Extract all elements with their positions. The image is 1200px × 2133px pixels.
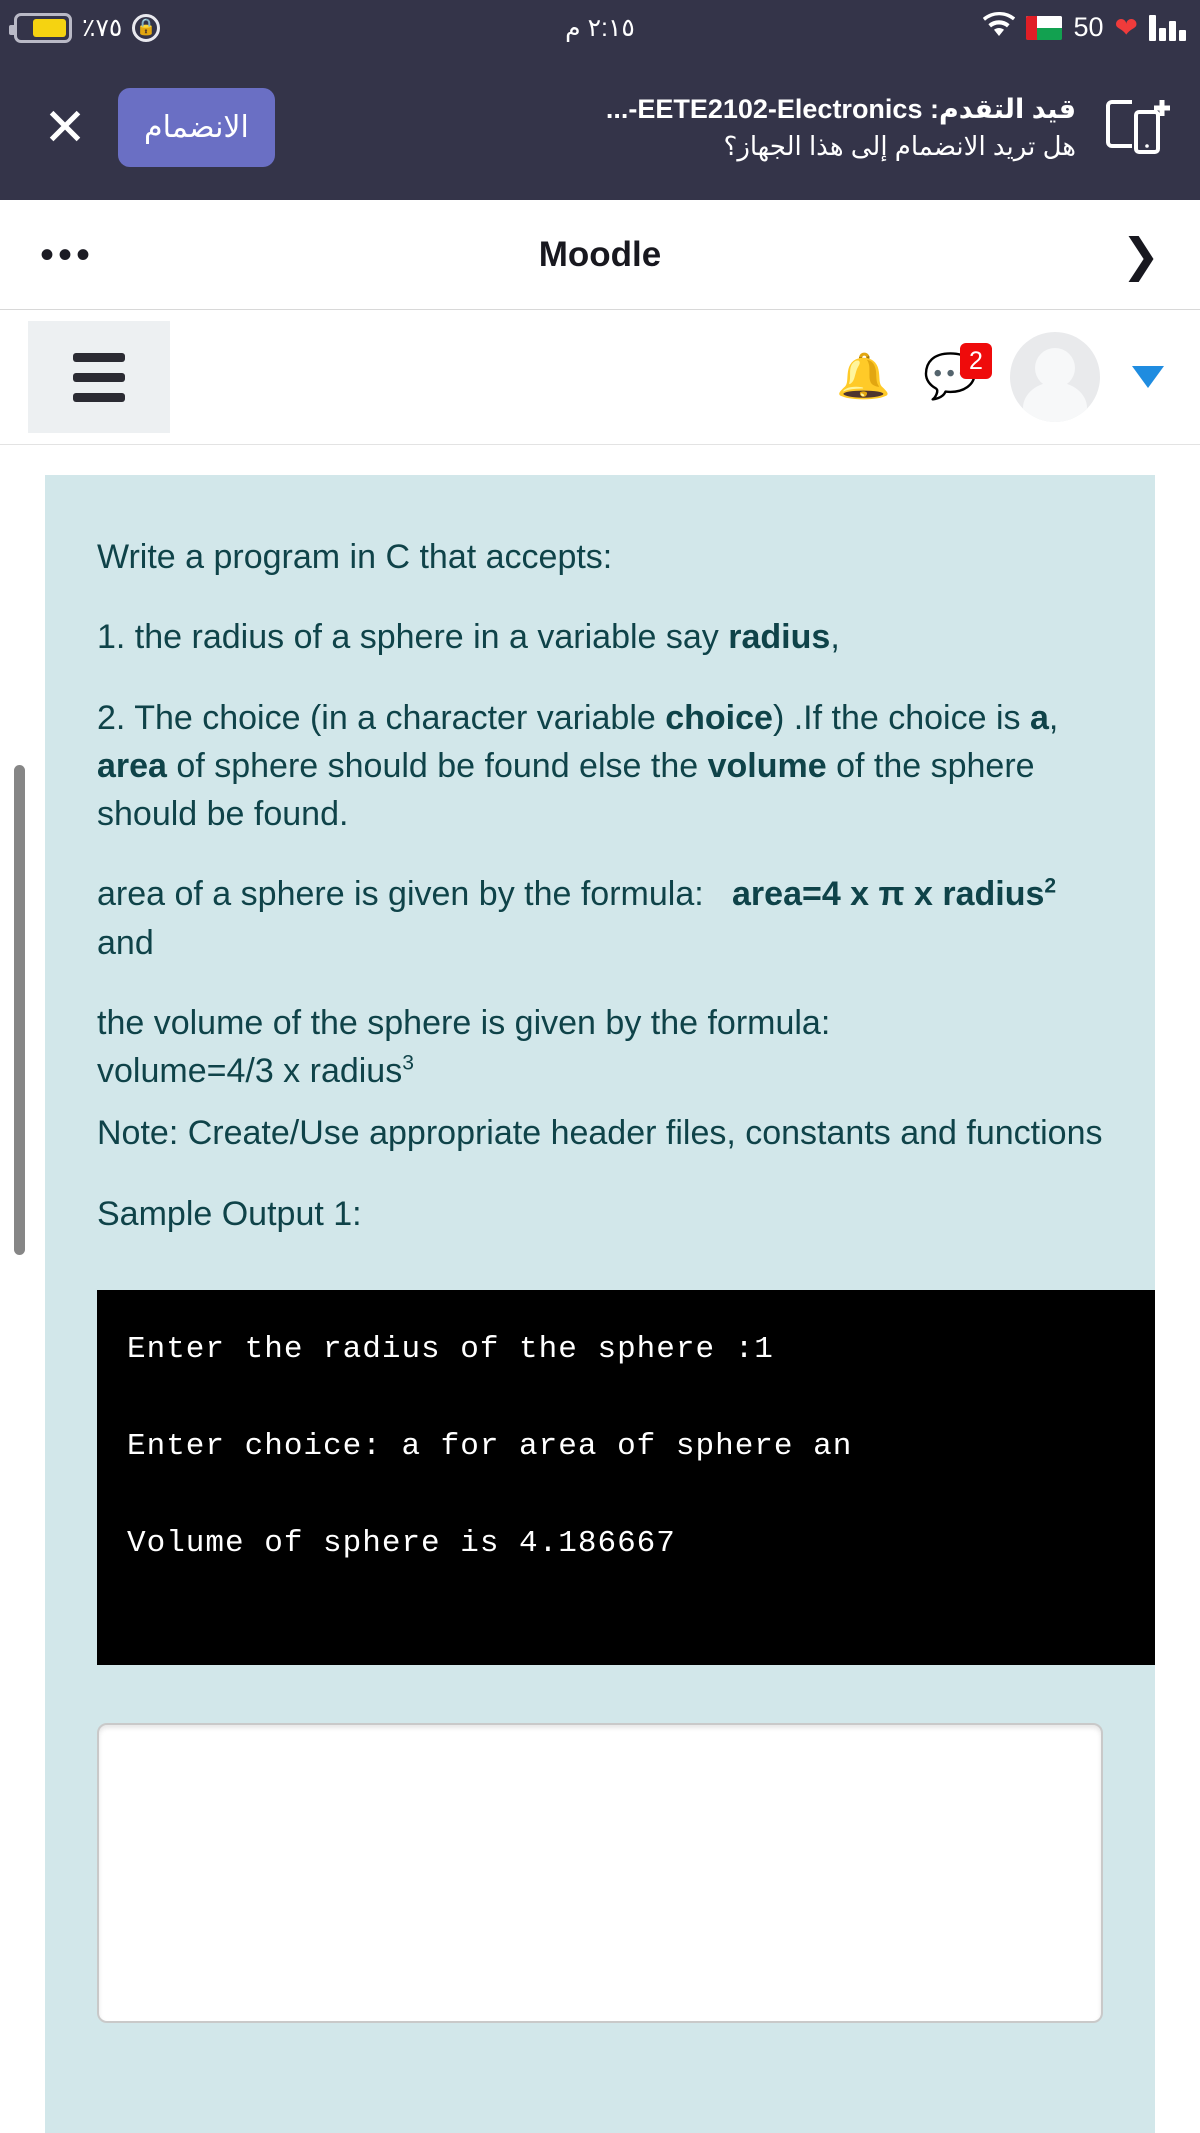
area-formula-exponent: 2	[1044, 875, 1057, 898]
item2-e: ,	[1048, 698, 1059, 737]
overflow-dots-icon[interactable]: •••	[40, 235, 94, 275]
question-card: Write a program in C that accepts: 1. th…	[45, 475, 1155, 2133]
battery-fill	[32, 18, 66, 37]
signal-number-label: 50	[1073, 12, 1104, 42]
wifi-icon	[983, 11, 1016, 43]
volume-formula-exponent: 3	[402, 1051, 414, 1075]
notification-text: قيد التقدم: EETE2102-Electronics-... هل …	[275, 90, 1098, 165]
messages-chat-button[interactable]: 💬 2	[923, 343, 992, 399]
volume-formula: volume=4/3 x radius	[97, 1052, 403, 1091]
terminal-line-2: Enter choice: a for area of sphere an	[127, 1428, 853, 1464]
status-bar-left: ٪٧٥ 🔒	[9, 12, 161, 43]
answer-input[interactable]	[97, 1722, 1103, 2023]
area-formula-line: area of a sphere is given by the formula…	[97, 870, 1103, 967]
item2-c: ) .If the choice is	[772, 698, 1030, 737]
chevron-right-icon[interactable]: ❯	[1121, 232, 1160, 278]
notification-title: قيد التقدم: EETE2102-Electronics-...	[605, 93, 1076, 124]
heart-icon: ❤	[1114, 11, 1138, 43]
cast-add-device-icon[interactable]	[1098, 96, 1178, 160]
app-bar: ••• Moodle ❯	[0, 200, 1200, 310]
item2-b: choice	[665, 698, 773, 737]
question-item-1: 1. the radius of a sphere in a variable …	[97, 613, 1103, 661]
item1-post: ,	[830, 618, 840, 657]
join-device-notification: ✕ الانضمام قيد التقدم: EETE2102-Electron…	[0, 55, 1200, 200]
question-intro: Write a program in C that accepts:	[97, 538, 613, 576]
battery-icon	[9, 12, 72, 43]
item1-pre: 1. the radius of a sphere in a variable …	[97, 618, 729, 657]
chevron-down-icon[interactable]	[1132, 366, 1164, 388]
terminal-line-1: Enter the radius of the sphere :1	[127, 1331, 774, 1367]
sample-output-terminal: Enter the radius of the sphere :1 Enter …	[97, 1289, 1155, 1665]
status-bar-right: 50 ❤	[983, 11, 1186, 43]
notification-subtitle: هل تريد الانضمام إلى هذا الجهاز؟	[723, 131, 1076, 162]
rotation-lock-icon: 🔒	[132, 13, 161, 42]
area-formula: area=4 x π x radius	[732, 875, 1045, 914]
item1-bold: radius	[728, 618, 831, 657]
question-item-2: 2. The choice (in a character variable c…	[97, 694, 1103, 839]
terminal-line-3: Volume of sphere is 4.186667	[127, 1525, 676, 1561]
item2-h: volume	[707, 746, 827, 785]
question-note: Note: Create/Use appropriate header file…	[97, 1114, 1103, 1153]
oman-flag-icon	[1026, 15, 1063, 40]
item2-d: a	[1029, 698, 1049, 737]
moodle-nav-actions: 🔔 💬 2	[836, 332, 1172, 422]
join-button[interactable]: الانضمام	[118, 88, 275, 167]
item2-a: 2. The choice (in a character variable	[97, 698, 666, 737]
hamburger-menu-icon[interactable]	[28, 321, 170, 433]
signal-bars-icon	[1149, 14, 1186, 41]
area-pre: area of a sphere is given by the formula…	[97, 875, 733, 914]
battery-percent-label: ٪٧٥	[82, 13, 123, 42]
moodle-nav-bar: 🔔 💬 2	[0, 310, 1200, 445]
page-content: Write a program in C that accepts: 1. th…	[0, 445, 1200, 2133]
page-title: Moodle	[538, 234, 662, 274]
item2-g: of sphere should be found else the	[166, 746, 708, 785]
sample-output-label: Sample Output 1:	[97, 1194, 362, 1233]
notifications-bell-icon[interactable]: 🔔	[836, 355, 891, 399]
chat-unread-badge: 2	[960, 343, 992, 379]
volume-line-1: the volume of the sphere is given by the…	[97, 1003, 831, 1042]
page-scrollbar[interactable]	[14, 765, 25, 1255]
volume-formula-line: the volume of the sphere is given by the…	[97, 999, 1103, 1096]
item2-f: area	[97, 746, 167, 785]
avatar[interactable]	[1010, 332, 1100, 422]
close-icon[interactable]: ✕	[30, 93, 100, 163]
status-bar: ٪٧٥ 🔒 ٢:١٥ م 50 ❤	[0, 0, 1200, 55]
